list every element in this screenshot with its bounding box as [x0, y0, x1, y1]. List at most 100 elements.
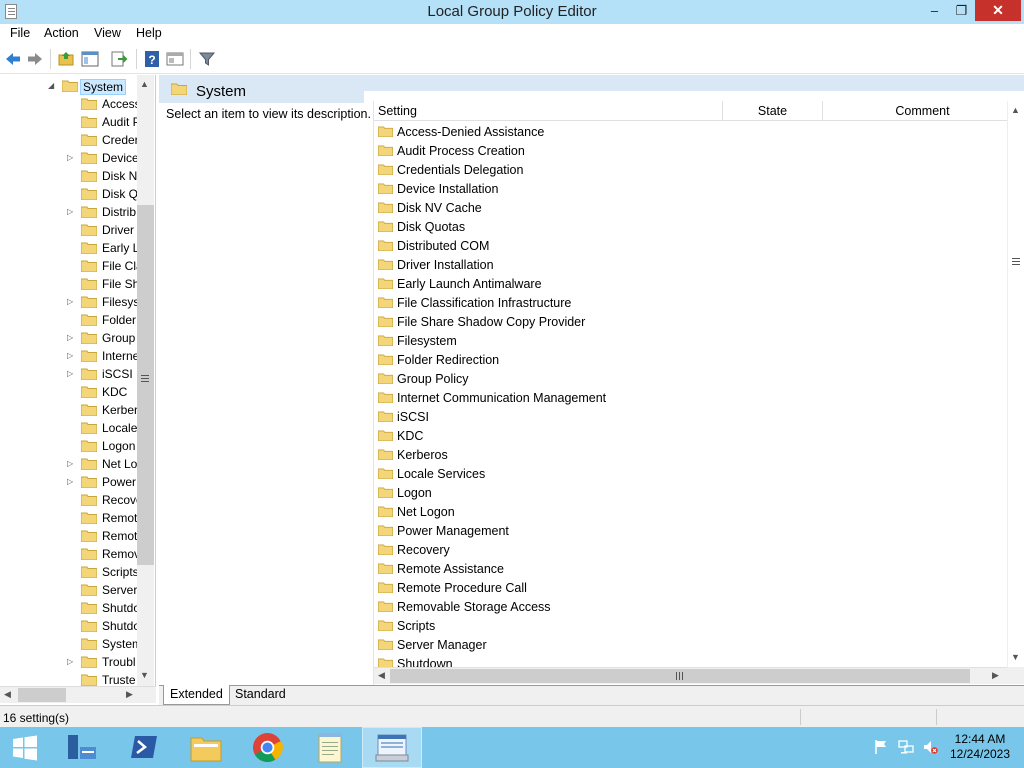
tree-item[interactable]: KDC	[0, 383, 137, 401]
tree-item[interactable]: File Sh	[0, 275, 137, 293]
tree-item[interactable]: Folder	[0, 311, 137, 329]
tree-item[interactable]: Early L	[0, 239, 137, 257]
group-policy-editor-icon[interactable]	[362, 727, 422, 768]
volume-muted-icon[interactable]	[922, 739, 938, 755]
tree-item[interactable]: Creder	[0, 131, 137, 149]
scroll-down-arrow-icon[interactable]: ▼	[1011, 652, 1020, 662]
scroll-left-arrow-icon[interactable]: ◀	[378, 670, 385, 681]
tree-item-label: Remot	[102, 511, 137, 525]
forward-icon[interactable]	[26, 50, 44, 68]
tree-item[interactable]: ▷ Power	[0, 473, 137, 491]
tree-item[interactable]: ▷ Interne	[0, 347, 137, 365]
flag-icon[interactable]	[873, 739, 889, 755]
tree-item[interactable]: Audit P	[0, 113, 137, 131]
menu-action[interactable]: Action	[44, 26, 79, 40]
title-bar[interactable]: Local Group Policy Editor ‒ ❐ ✕	[0, 0, 1024, 24]
tree-item[interactable]: Locale	[0, 419, 137, 437]
tree-item[interactable]: Server	[0, 581, 137, 599]
tree-item[interactable]: Disk Q	[0, 185, 137, 203]
clock[interactable]: 12:44 AM 12/24/2023	[940, 732, 1020, 762]
collapse-arrow-icon[interactable]: ◢	[48, 81, 54, 90]
tree-item[interactable]: Shutdo	[0, 617, 137, 635]
maximize-button[interactable]: ❐	[948, 0, 975, 21]
chrome-icon[interactable]	[238, 727, 298, 768]
folder-icon	[378, 316, 393, 327]
tree-item[interactable]: Shutdo	[0, 599, 137, 617]
filter-icon[interactable]	[198, 50, 216, 68]
expand-arrow-icon[interactable]: ▷	[67, 369, 73, 378]
back-icon[interactable]	[4, 50, 22, 68]
tree-item[interactable]: Kerber	[0, 401, 137, 419]
tree-item[interactable]: ▷ Troubl	[0, 653, 137, 671]
scroll-right-arrow-icon[interactable]: ▶	[992, 670, 999, 681]
menu-help[interactable]: Help	[136, 26, 162, 40]
network-icon[interactable]	[898, 739, 914, 755]
tree-item[interactable]: ▷ Device	[0, 149, 137, 167]
notepad-icon[interactable]	[300, 727, 360, 768]
tree-vertical-scrollbar[interactable]: ▲ ▼	[137, 75, 154, 687]
file-explorer-icon[interactable]	[176, 727, 236, 768]
tree-item[interactable]: Truste	[0, 671, 137, 687]
menu-view[interactable]: View	[94, 26, 121, 40]
expand-arrow-icon[interactable]: ▷	[67, 477, 73, 486]
close-button[interactable]: ✕	[975, 0, 1021, 21]
scroll-up-arrow-icon[interactable]: ▲	[140, 79, 149, 89]
powershell-icon[interactable]	[114, 727, 174, 768]
tree-item[interactable]: Scripts	[0, 563, 137, 581]
tree-item[interactable]: Remot	[0, 509, 137, 527]
tree-item[interactable]: Remov	[0, 545, 137, 563]
expand-arrow-icon[interactable]: ▷	[67, 657, 73, 666]
tree-item[interactable]: ▷ Net Lo	[0, 455, 137, 473]
expand-arrow-icon[interactable]: ▷	[67, 351, 73, 360]
tree-item[interactable]: Recove	[0, 491, 137, 509]
tree-item[interactable]: Disk N	[0, 167, 137, 185]
scroll-up-arrow-icon[interactable]: ▲	[1011, 105, 1020, 115]
server-manager-icon[interactable]	[52, 727, 112, 768]
tree-item[interactable]: Driver	[0, 221, 137, 239]
expand-arrow-icon[interactable]: ▷	[67, 153, 73, 162]
folder-icon	[81, 314, 97, 326]
scroll-left-arrow-icon[interactable]: ◀	[4, 689, 11, 700]
properties-icon[interactable]	[166, 50, 184, 68]
expand-arrow-icon[interactable]: ▷	[67, 297, 73, 306]
column-header-setting[interactable]: Setting	[374, 101, 723, 121]
tree-item[interactable]: System	[0, 635, 137, 653]
tree-item[interactable]: File Cla	[0, 257, 137, 275]
menu-file[interactable]: File	[10, 26, 30, 40]
scroll-down-arrow-icon[interactable]: ▼	[140, 670, 149, 680]
tree-item[interactable]: Logon	[0, 437, 137, 455]
tree-horizontal-scrollbar[interactable]: ◀ ▶	[0, 686, 156, 703]
tree-item[interactable]: ▷ Group	[0, 329, 137, 347]
list-vertical-scrollbar[interactable]: ▲ ▼	[1007, 101, 1024, 667]
tree-pane[interactable]: ◢ System Access Audit P Creder ▷ Device Disk …	[0, 75, 156, 687]
expand-arrow-icon[interactable]: ▷	[67, 459, 73, 468]
scroll-right-arrow-icon[interactable]: ▶	[126, 689, 133, 700]
tree-item[interactable]: Access	[0, 95, 137, 113]
tree-item[interactable]: ▷ iSCSI	[0, 365, 137, 383]
help-icon[interactable]: ?	[143, 50, 161, 68]
up-folder-icon[interactable]	[57, 50, 75, 68]
tree-item[interactable]: Remot	[0, 527, 137, 545]
tree-item-system[interactable]: ◢ System	[0, 77, 137, 95]
export-list-icon[interactable]	[110, 50, 128, 68]
tab-standard[interactable]: Standard	[229, 685, 292, 705]
tree-item-label: Filesys	[102, 295, 137, 309]
minimize-button[interactable]: ‒	[921, 0, 948, 21]
list-item-label: File Classification Infrastructure	[397, 296, 572, 310]
expand-arrow-icon[interactable]: ▷	[67, 333, 73, 342]
column-header-comment[interactable]: Comment	[823, 101, 1023, 121]
expand-arrow-icon[interactable]: ▷	[67, 207, 73, 216]
view-tabs: Extended Standard	[159, 685, 1024, 705]
scroll-thumb[interactable]	[18, 688, 66, 702]
scroll-thumb[interactable]	[390, 669, 970, 683]
list-horizontal-scrollbar[interactable]: ◀ ▶	[374, 667, 1007, 684]
tree-item-label: Recove	[102, 493, 137, 507]
scroll-thumb[interactable]	[137, 205, 154, 565]
column-header-state[interactable]: State	[723, 101, 823, 121]
tree-item[interactable]: ▷ Filesys	[0, 293, 137, 311]
settings-list[interactable]: Setting State Comment Access-Denied Assi…	[373, 101, 1024, 685]
show-hide-tree-icon[interactable]	[81, 50, 99, 68]
start-button[interactable]	[0, 727, 50, 768]
tree-item[interactable]: ▷ Distrib	[0, 203, 137, 221]
tab-extended[interactable]: Extended	[163, 685, 230, 705]
